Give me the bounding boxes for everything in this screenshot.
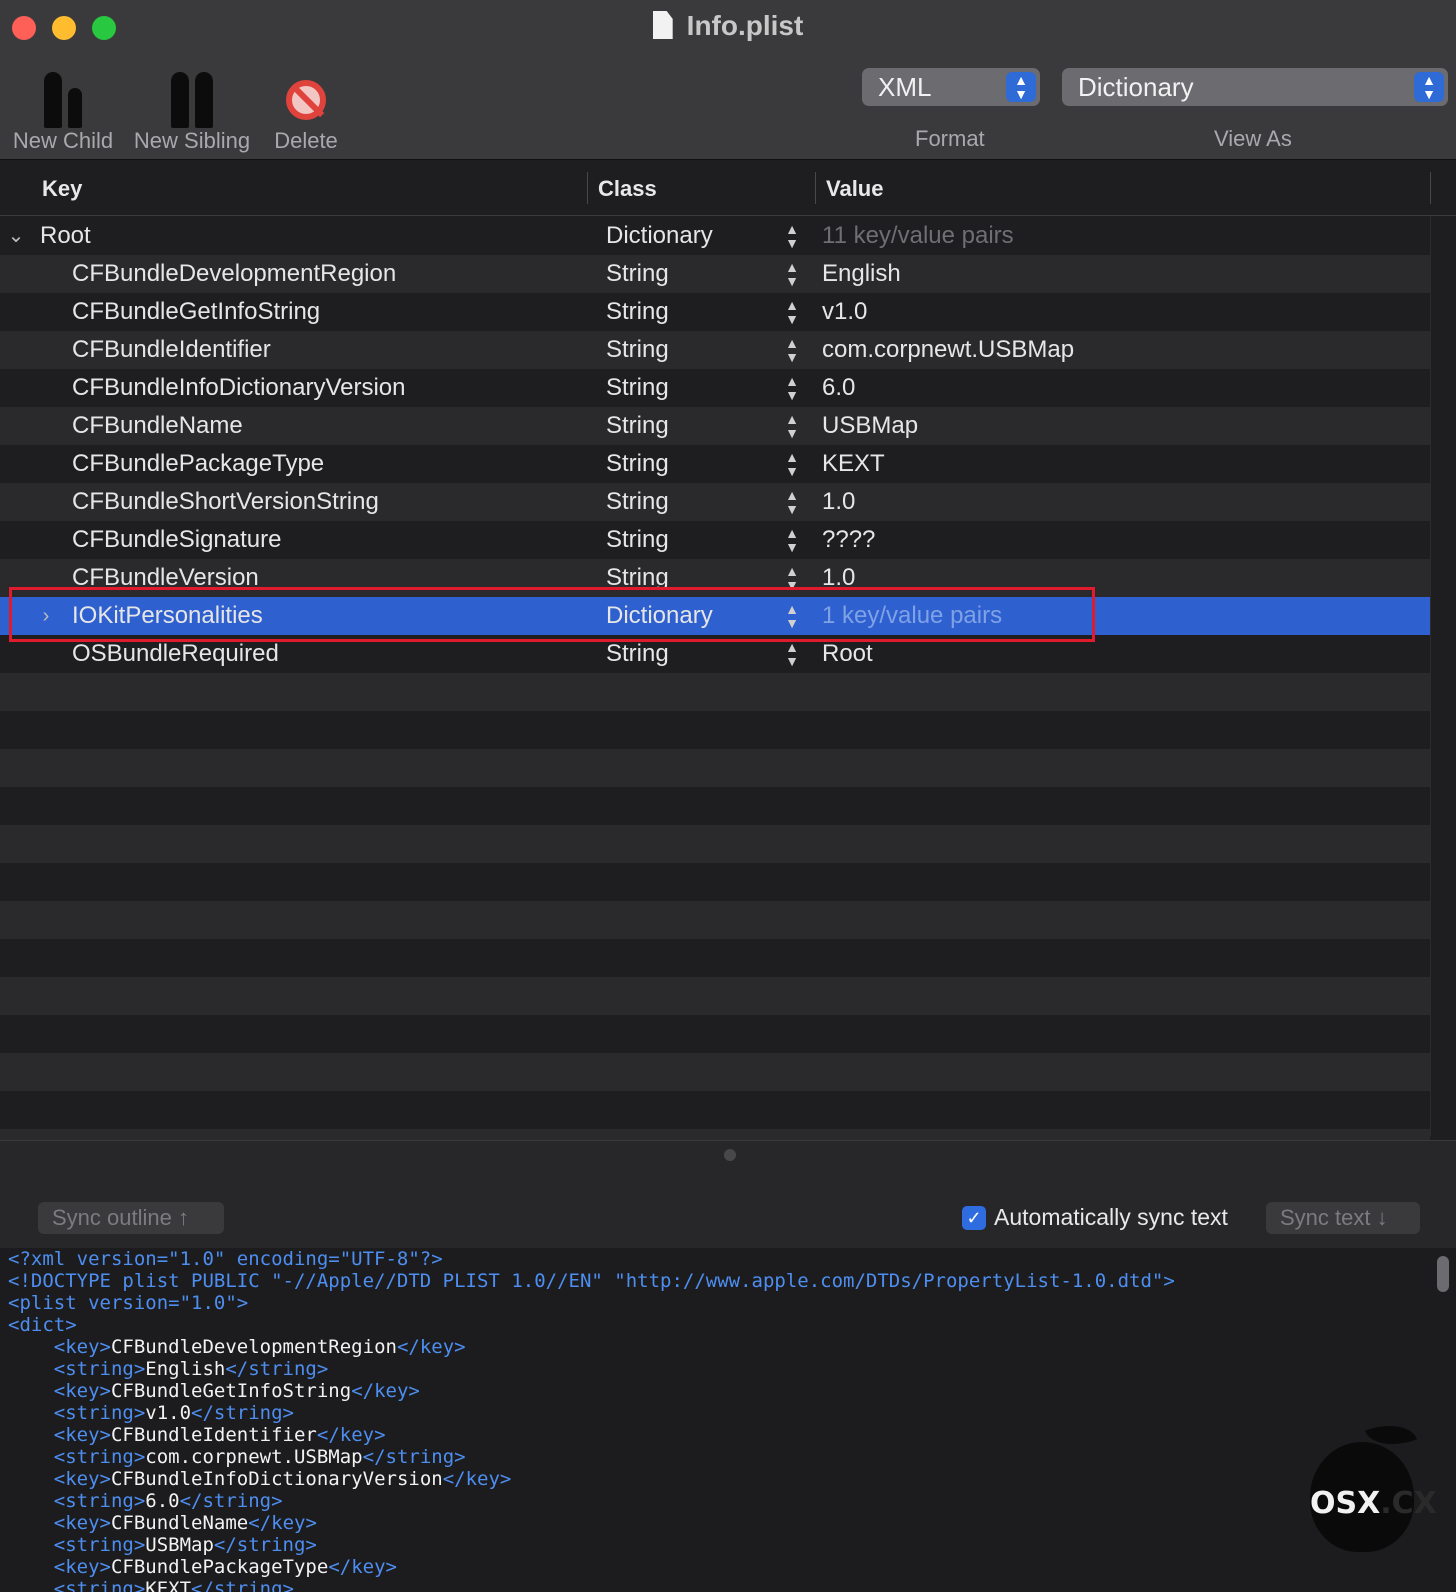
- xml-line: <?xml version="1.0" encoding="UTF-8"?>: [8, 1248, 443, 1270]
- xml-line: <plist version="1.0">: [8, 1292, 249, 1314]
- class-stepper-icon[interactable]: ▲ ▼: [782, 374, 802, 402]
- view-as-popup[interactable]: Dictionary ▲ ▼: [1062, 68, 1448, 106]
- xml-line: CFBundlePackageType: [110, 1556, 329, 1578]
- popup-stepper-icon: ▲ ▼: [1414, 72, 1444, 102]
- scrollbar-thumb[interactable]: [1437, 1256, 1449, 1292]
- delete-button[interactable]: Delete: [268, 56, 344, 154]
- value-column-header[interactable]: Value: [826, 176, 883, 202]
- empty-row: [0, 749, 1430, 787]
- xml-text-view[interactable]: <?xml version="1.0" encoding="UTF-8"?> <…: [0, 1248, 1430, 1592]
- xml-line: English: [145, 1358, 226, 1380]
- chevron-down-icon[interactable]: ⌄: [4, 217, 28, 255]
- auto-sync-label[interactable]: Automatically sync text: [994, 1204, 1228, 1231]
- popup-stepper-icon: ▲ ▼: [1006, 72, 1036, 102]
- delete-icon: [286, 80, 326, 120]
- divider-handle-icon[interactable]: [724, 1149, 736, 1161]
- class-stepper-icon[interactable]: ▲ ▼: [782, 260, 802, 288]
- outline-row[interactable]: CFBundleName String ▲ ▼ USBMap: [0, 407, 1430, 445]
- outline-row[interactable]: CFBundleSignature String ▲ ▼ ????: [0, 521, 1430, 559]
- key-column-header[interactable]: Key: [42, 176, 82, 202]
- empty-row: [0, 977, 1430, 1015]
- xml-line: KEXT: [145, 1578, 192, 1592]
- new-child-label: New Child: [12, 128, 114, 153]
- xml-line: CFBundleIdentifier: [110, 1424, 317, 1446]
- xml-line: CFBundleName: [110, 1512, 249, 1534]
- class-stepper-icon[interactable]: ▲ ▼: [782, 526, 802, 554]
- xml-line: <!DOCTYPE plist PUBLIC "-//Apple//DTD PL…: [8, 1270, 1175, 1292]
- outline-row[interactable]: CFBundleInfoDictionaryVersion String ▲ ▼ …: [0, 369, 1430, 407]
- outline-row[interactable]: CFBundleIdentifier String ▲ ▼ com.corpnew…: [0, 331, 1430, 369]
- document-icon: [652, 11, 673, 39]
- split-view-divider[interactable]: [0, 1140, 1456, 1171]
- sync-text-button[interactable]: Sync text ↓: [1266, 1202, 1420, 1234]
- class-stepper-icon[interactable]: ▲ ▼: [782, 336, 802, 364]
- window-title: Info.plist: [0, 10, 1456, 42]
- new-child-icon: [8, 56, 118, 128]
- empty-row: [0, 901, 1430, 939]
- sync-outline-button[interactable]: Sync outline ↑: [38, 1202, 224, 1234]
- toolbar: Info.plist New Child New Sibling Delete …: [0, 0, 1456, 160]
- class-column-header[interactable]: Class: [598, 176, 657, 202]
- class-stepper-icon[interactable]: ▲ ▼: [782, 412, 802, 440]
- xml-line: CFBundleGetInfoString: [110, 1380, 352, 1402]
- class-stepper-icon[interactable]: ▲ ▼: [782, 640, 802, 668]
- outline-header: Key Class Value: [0, 160, 1456, 216]
- empty-row: [0, 711, 1430, 749]
- xml-line: CFBundleInfoDictionaryVersion: [110, 1468, 443, 1490]
- outline-scrollbar[interactable]: [1430, 216, 1456, 1136]
- empty-row: [0, 863, 1430, 901]
- empty-row: [0, 1053, 1430, 1091]
- empty-row: [0, 825, 1430, 863]
- view-as-label: View As: [1214, 126, 1292, 151]
- new-sibling-icon: [130, 56, 254, 128]
- empty-row: [0, 673, 1430, 711]
- xml-line: v1.0: [145, 1402, 192, 1424]
- new-sibling-label: New Sibling: [133, 128, 251, 153]
- auto-sync-checkbox[interactable]: ✓: [962, 1206, 986, 1230]
- format-label: Format: [915, 126, 985, 151]
- empty-row: [0, 787, 1430, 825]
- format-popup[interactable]: XML ▲ ▼: [862, 68, 1040, 106]
- annotation-highlight-box: [9, 587, 1095, 642]
- class-stepper-icon[interactable]: ▲ ▼: [782, 488, 802, 516]
- plist-editor-window: Info.plist New Child New Sibling Delete …: [0, 0, 1456, 1592]
- outline-row-root[interactable]: ⌄ Root Dictionary ▲ ▼ 11 key/value pairs: [0, 217, 1430, 255]
- xml-line: com.corpnewt.USBMap: [145, 1446, 363, 1468]
- osxcx-watermark-logo: OSX.CX: [1306, 1414, 1437, 1570]
- sync-bar: Sync outline ↑ ✓ Automatically sync text…: [0, 1170, 1456, 1248]
- class-stepper-icon[interactable]: ▲ ▼: [782, 222, 802, 250]
- outline-row[interactable]: CFBundleShortVersionString String ▲ ▼ 1.0: [0, 483, 1430, 521]
- xml-line: <dict>: [8, 1314, 77, 1336]
- outline-view: Key Class Value ⌄ Root Dictionary ▲ ▼ 11 …: [0, 160, 1456, 1167]
- outline-row[interactable]: CFBundleGetInfoString String ▲ ▼ v1.0: [0, 293, 1430, 331]
- class-stepper-icon[interactable]: ▲ ▼: [782, 298, 802, 326]
- new-sibling-button[interactable]: New Sibling: [130, 56, 254, 154]
- xml-scrollbar[interactable]: [1430, 1248, 1456, 1592]
- outline-row[interactable]: CFBundlePackageType String ▲ ▼ KEXT: [0, 445, 1430, 483]
- empty-row: [0, 1015, 1430, 1053]
- new-child-button[interactable]: New Child: [8, 56, 118, 154]
- xml-line: USBMap: [145, 1534, 214, 1556]
- class-stepper-icon[interactable]: ▲ ▼: [782, 450, 802, 478]
- xml-line: CFBundleDevelopmentRegion: [110, 1336, 397, 1358]
- xml-line: 6.0: [145, 1490, 180, 1512]
- empty-row: [0, 1091, 1430, 1129]
- delete-label: Delete: [274, 128, 338, 153]
- outline-row[interactable]: CFBundleDevelopmentRegion String ▲ ▼ Engl…: [0, 255, 1430, 293]
- outline-rows: ⌄ Root Dictionary ▲ ▼ 11 key/value pairs …: [0, 217, 1430, 1205]
- empty-row: [0, 939, 1430, 977]
